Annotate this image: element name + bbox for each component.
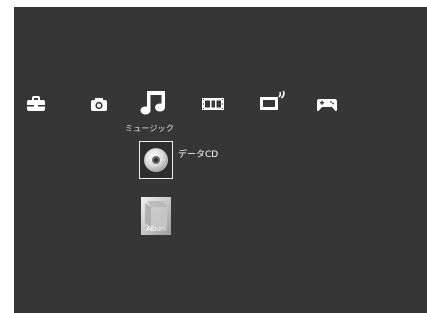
gamepad-icon (317, 98, 337, 111)
cd-disc-icon (144, 148, 168, 172)
category-settings[interactable] (24, 94, 48, 114)
category-tv[interactable] (258, 89, 288, 113)
data-cd-label: データCD (178, 150, 219, 160)
category-game[interactable] (315, 95, 339, 113)
category-video[interactable] (200, 95, 226, 113)
data-cd-item[interactable] (139, 141, 173, 179)
music-note-icon (140, 91, 165, 115)
xmb-screen: ミュージック データCD Album (14, 7, 427, 313)
album-item[interactable]: Album (141, 197, 171, 235)
category-photo[interactable] (88, 95, 110, 113)
toolbox-icon (27, 96, 45, 111)
tv-signal-icon (260, 90, 285, 110)
camera-icon (91, 97, 107, 111)
category-music[interactable] (137, 87, 169, 117)
selected-category-label: ミュージック (125, 124, 175, 133)
film-strip-icon (202, 98, 224, 110)
album-icon-text: Album (146, 226, 166, 233)
